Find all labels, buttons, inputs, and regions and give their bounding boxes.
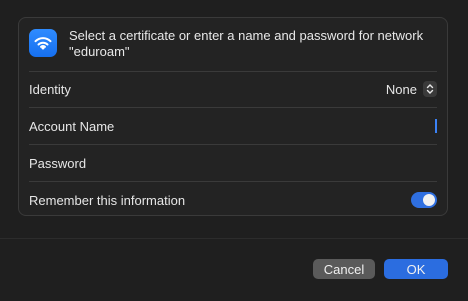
- text-caret: [435, 119, 437, 133]
- remember-label: Remember this information: [29, 192, 186, 208]
- account-name-row: Account Name: [29, 108, 437, 144]
- account-name-field-wrap: [235, 118, 437, 134]
- remember-row: Remember this information: [29, 182, 437, 218]
- footer-divider: [0, 238, 468, 239]
- ok-button[interactable]: OK: [384, 259, 448, 279]
- password-label: Password: [29, 155, 87, 171]
- wifi-icon: [29, 29, 57, 57]
- credentials-panel: Select a certificate or enter a name and…: [18, 17, 448, 216]
- account-name-label: Account Name: [29, 118, 115, 134]
- wifi-auth-dialog: Select a certificate or enter a name and…: [0, 0, 468, 301]
- password-row: Password: [29, 145, 437, 181]
- cancel-button[interactable]: Cancel: [313, 259, 375, 279]
- dialog-prompt: Select a certificate or enter a name and…: [69, 28, 424, 59]
- toggle-knob: [423, 194, 435, 206]
- chevron-up-down-icon: [423, 81, 437, 97]
- identity-label: Identity: [29, 81, 71, 97]
- identity-select[interactable]: None: [386, 81, 437, 97]
- account-name-field[interactable]: [235, 118, 435, 134]
- remember-toggle[interactable]: [411, 192, 437, 208]
- password-field[interactable]: [237, 155, 437, 171]
- identity-value: None: [385, 81, 417, 97]
- identity-row: Identity None: [29, 71, 437, 107]
